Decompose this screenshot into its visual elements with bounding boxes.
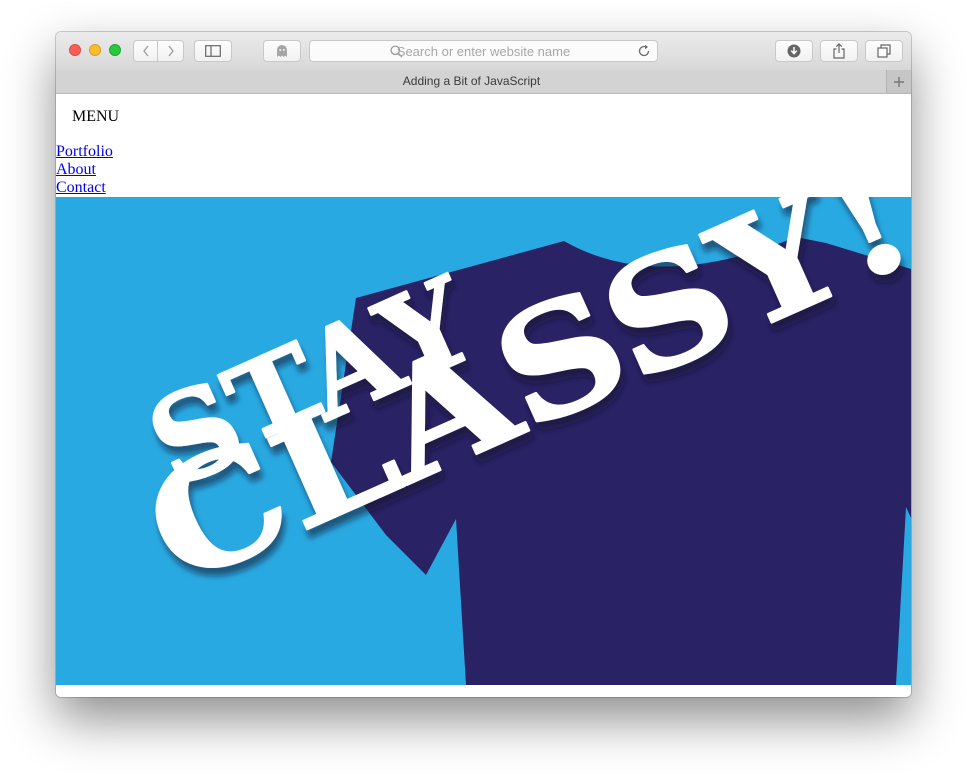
sidebar-icon [205, 45, 221, 57]
ghostery-extension-button[interactable] [263, 40, 301, 62]
close-window-button[interactable] [69, 44, 81, 56]
sidebar-toggle-button[interactable] [194, 40, 232, 62]
active-tab[interactable]: Adding a Bit of JavaScript [56, 70, 887, 93]
maximize-window-button[interactable] [109, 44, 121, 56]
new-tab-button[interactable] [886, 70, 911, 93]
site-nav: Portfolio About Contact [56, 143, 113, 197]
reload-icon[interactable] [637, 44, 651, 58]
share-icon [833, 43, 845, 59]
ghost-icon [277, 45, 287, 57]
menu-toggle[interactable]: MENU [72, 108, 119, 126]
browser-toolbar [56, 32, 911, 71]
plus-icon [894, 76, 904, 87]
back-button[interactable] [133, 40, 158, 62]
nav-link-about[interactable]: About [56, 161, 113, 179]
forward-button[interactable] [158, 40, 184, 62]
tabs-icon [877, 44, 891, 58]
downloads-button[interactable] [775, 40, 813, 62]
nav-link-contact[interactable]: Contact [56, 179, 113, 197]
share-button[interactable] [820, 40, 858, 62]
address-bar[interactable] [309, 40, 658, 62]
nav-link-portfolio[interactable]: Portfolio [56, 143, 113, 161]
chevron-left-icon [142, 45, 149, 57]
tab-bar: Adding a Bit of JavaScript [56, 70, 911, 94]
address-input[interactable] [310, 41, 657, 61]
chevron-right-icon [167, 45, 174, 57]
page-content: MENU Portfolio About Contact STAY CLASSY… [56, 94, 911, 697]
stay-classy-illustration: STAY CLASSY! [56, 197, 911, 685]
download-icon [787, 44, 801, 58]
hero-image: STAY CLASSY! [56, 197, 911, 685]
minimize-window-button[interactable] [89, 44, 101, 56]
tab-overview-button[interactable] [865, 40, 903, 62]
browser-window: Adding a Bit of JavaScript MENU Portfoli… [56, 32, 911, 697]
